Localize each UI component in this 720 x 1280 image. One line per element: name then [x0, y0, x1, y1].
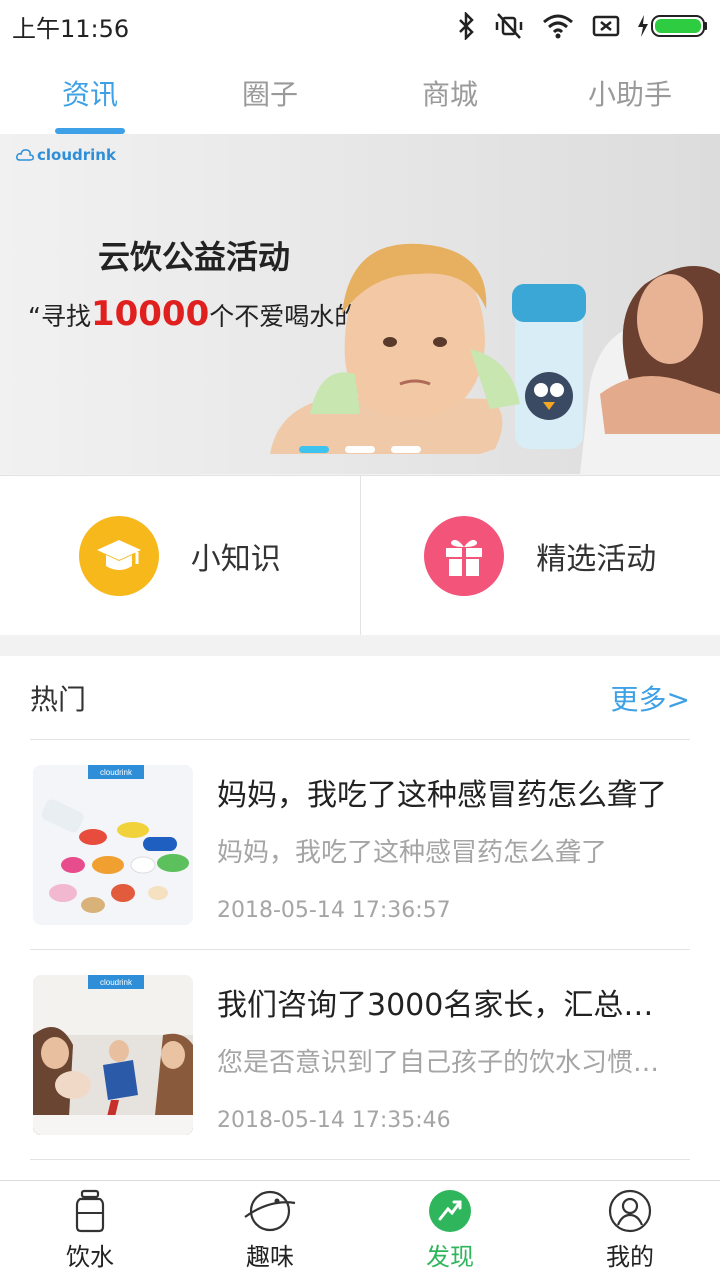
top-tab-bar: 资讯 圈子 商城 小助手: [0, 52, 720, 134]
promo-banner[interactable]: cloudrink 云饮公益活动 “寻找10000个不爱喝水的孩子”: [0, 134, 720, 474]
bottle-icon: [75, 1189, 105, 1233]
banner-logo: cloudrink: [16, 146, 116, 164]
nav-drink-label: 饮水: [66, 1243, 114, 1271]
knowledge-label: 小知识: [190, 541, 281, 577]
hot-section: 热门 更多> cloudrink 妈妈，我吃了这种感冒药怎么聋了 妈妈，我吃了这…: [0, 656, 720, 1180]
article-time: 2018-05-14 17:36:57: [217, 898, 451, 923]
tab-circle[interactable]: 圈子: [180, 52, 360, 134]
gift-icon: [424, 515, 505, 596]
banner-illustration: [270, 243, 720, 474]
article-thumbnail: cloudrink: [33, 975, 193, 1135]
nav-fun-label: 趣味: [246, 1243, 294, 1271]
hot-title: 热门: [30, 682, 87, 716]
bluetooth-icon: [459, 12, 474, 40]
thumb-logo-text: cloudrink: [100, 768, 133, 777]
tab-news[interactable]: 资讯: [0, 52, 180, 134]
banner-dot[interactable]: [391, 446, 421, 453]
slogan-highlight: 10000: [90, 294, 210, 334]
article-item[interactable]: cloudrink 妈妈，我吃了这种感冒药怎么聋了 妈妈，我吃了这种感冒药怎么聋…: [30, 740, 690, 950]
hot-header: 热门 更多>: [30, 656, 690, 740]
battery-charging-icon: [638, 15, 707, 37]
thumb-logo-text: cloudrink: [100, 978, 133, 987]
tab-mall[interactable]: 商城: [360, 52, 540, 134]
nav-drink[interactable]: 饮水: [0, 1181, 180, 1280]
banner-pagination: [299, 446, 421, 453]
slogan-prefix: “寻找: [28, 302, 91, 331]
article-title: 我们咨询了3000名家长，汇总了最全的喝水问题: [217, 988, 677, 1023]
article-item[interactable]: cloudrink 我们咨询了3000名家长，汇总了最全的喝水问题 您是否意识到…: [30, 950, 690, 1160]
nav-fun[interactable]: 趣味: [180, 1181, 360, 1280]
status-time: 上午11:56: [12, 14, 130, 43]
article-summary: 您是否意识到了自己孩子的饮水习惯问题: [217, 1048, 677, 1078]
article-title: 妈妈，我吃了这种感冒药怎么聋了: [217, 778, 667, 813]
quick-entries: 小知识 精选活动: [0, 475, 720, 635]
banner-dot[interactable]: [299, 446, 329, 453]
featured-activity-label: 精选活动: [536, 541, 657, 577]
article-time: 2018-05-14 17:35:46: [217, 1108, 451, 1133]
article-thumbnail: cloudrink: [33, 765, 193, 925]
nav-discover[interactable]: 发现: [360, 1181, 540, 1280]
status-bar: 上午11:56: [0, 0, 720, 52]
more-link[interactable]: 更多>: [611, 678, 690, 718]
graduation-cap-icon: [78, 515, 159, 596]
nav-mine[interactable]: 我的: [540, 1181, 720, 1280]
wifi-icon: [543, 14, 573, 39]
featured-activity-entry[interactable]: 精选活动: [359, 476, 720, 635]
discover-compass-icon: [429, 1190, 471, 1232]
nav-discover-label: 发现: [426, 1243, 474, 1271]
bottom-nav: 饮水 趣味 发现 我的: [0, 1180, 720, 1280]
planet-icon: [244, 1190, 296, 1232]
mute-icon: [495, 13, 523, 39]
article-summary: 妈妈，我吃了这种感冒药怎么聋了: [217, 838, 608, 868]
user-profile-icon: [608, 1189, 652, 1233]
nav-mine-label: 我的: [606, 1243, 654, 1271]
banner-logo-text: cloudrink: [37, 146, 116, 164]
banner-dot[interactable]: [345, 446, 375, 453]
sim-x-icon: [592, 15, 620, 37]
cloud-icon: [16, 149, 34, 161]
tab-assistant[interactable]: 小助手: [540, 52, 720, 134]
status-icons: [456, 12, 708, 40]
knowledge-entry[interactable]: 小知识: [0, 476, 360, 635]
